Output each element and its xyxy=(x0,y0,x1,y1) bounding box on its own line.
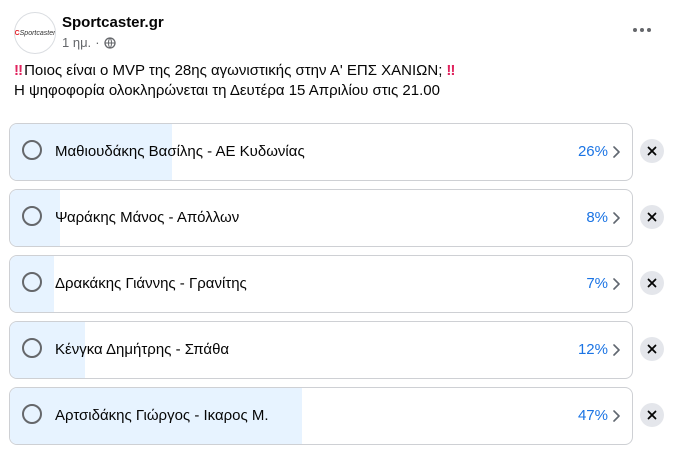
poll-option-row: Μαθιουδάκης Βασίλης - ΑΕ Κυδωνίας 26% xyxy=(9,123,669,181)
radio-button[interactable] xyxy=(22,338,42,358)
poll-option[interactable]: Μαθιουδάκης Βασίλης - ΑΕ Κυδωνίας 26% xyxy=(9,123,633,181)
meta-separator: · xyxy=(95,35,100,50)
radio-button[interactable] xyxy=(22,206,42,226)
poll: Μαθιουδάκης Βασίλης - ΑΕ Κυδωνίας 26% Ψα… xyxy=(9,123,669,453)
poll-option-label: Αρτσιδάκης Γιώργος - Ικαρος Μ. xyxy=(55,407,269,424)
remove-option-button[interactable] xyxy=(640,139,664,163)
poll-option-percent[interactable]: 26% xyxy=(578,143,608,160)
radio-button[interactable] xyxy=(22,404,42,424)
post-text: ‼ Ποιος είναι ο MVP της 28ης αγωνιστικής … xyxy=(14,61,654,101)
radio-button[interactable] xyxy=(22,272,42,292)
poll-option-label: Δρακάκης Γιάννης - Γρανίτης xyxy=(55,275,247,292)
poll-option-percent[interactable]: 8% xyxy=(586,209,608,226)
chevron-right-icon[interactable] xyxy=(613,344,620,356)
remove-option-button[interactable] xyxy=(640,205,664,229)
poll-option[interactable]: Δρακάκης Γιάννης - Γρανίτης 7% xyxy=(9,255,633,313)
chevron-right-icon[interactable] xyxy=(613,146,620,158)
poll-option-label: Κένγκα Δημήτρης - Σπάθα xyxy=(55,341,230,358)
double-exclamation-icon: ‼ xyxy=(446,62,455,79)
radio-button[interactable] xyxy=(22,140,42,160)
close-icon xyxy=(647,410,657,420)
close-icon xyxy=(647,278,657,288)
post-line-2: Η ψηφοφορία ολοκληρώνεται τη Δευτέρα 15 … xyxy=(14,82,440,99)
poll-option-label: Ψαράκης Μάνος - Απόλλων xyxy=(55,209,240,226)
poll-option-row: Κένγκα Δημήτρης - Σπάθα 12% xyxy=(9,321,669,379)
poll-option-percent[interactable]: 47% xyxy=(578,407,608,424)
remove-option-button[interactable] xyxy=(640,403,664,427)
poll-option-percent[interactable]: 12% xyxy=(578,341,608,358)
globe-icon xyxy=(103,36,116,49)
ellipsis-icon xyxy=(633,28,637,32)
chevron-right-icon[interactable] xyxy=(613,278,620,290)
avatar[interactable]: C Sportcaster xyxy=(14,12,56,54)
more-options-button[interactable] xyxy=(628,18,656,42)
post-header: C Sportcaster Sportcaster.gr 1 ημ. · xyxy=(14,12,664,56)
poll-option[interactable]: Ψαράκης Μάνος - Απόλλων 8% xyxy=(9,189,633,247)
close-icon xyxy=(647,212,657,222)
remove-option-button[interactable] xyxy=(640,271,664,295)
poll-option-row: Ψαράκης Μάνος - Απόλλων 8% xyxy=(9,189,669,247)
post-meta: 1 ημ. · xyxy=(62,35,116,50)
timestamp[interactable]: 1 ημ. xyxy=(62,35,91,50)
chevron-right-icon[interactable] xyxy=(613,212,620,224)
post-line-1: ‼ Ποιος είναι ο MVP της 28ης αγωνιστικής … xyxy=(14,62,455,79)
poll-option-row: Αρτσιδάκης Γιώργος - Ικαρος Μ. 47% xyxy=(9,387,669,445)
chevron-right-icon[interactable] xyxy=(613,410,620,422)
close-icon xyxy=(647,344,657,354)
avatar-logo-text: Sportcaster xyxy=(19,29,56,37)
poll-option[interactable]: Κένγκα Δημήτρης - Σπάθα 12% xyxy=(9,321,633,379)
poll-option-label: Μαθιουδάκης Βασίλης - ΑΕ Κυδωνίας xyxy=(55,143,305,160)
close-icon xyxy=(647,146,657,156)
double-exclamation-icon: ‼ xyxy=(14,62,23,79)
page-name[interactable]: Sportcaster.gr xyxy=(62,14,164,31)
remove-option-button[interactable] xyxy=(640,337,664,361)
poll-option-row: Δρακάκης Γιάννης - Γρανίτης 7% xyxy=(9,255,669,313)
poll-option-percent[interactable]: 7% xyxy=(586,275,608,292)
poll-option[interactable]: Αρτσιδάκης Γιώργος - Ικαρος Μ. 47% xyxy=(9,387,633,445)
